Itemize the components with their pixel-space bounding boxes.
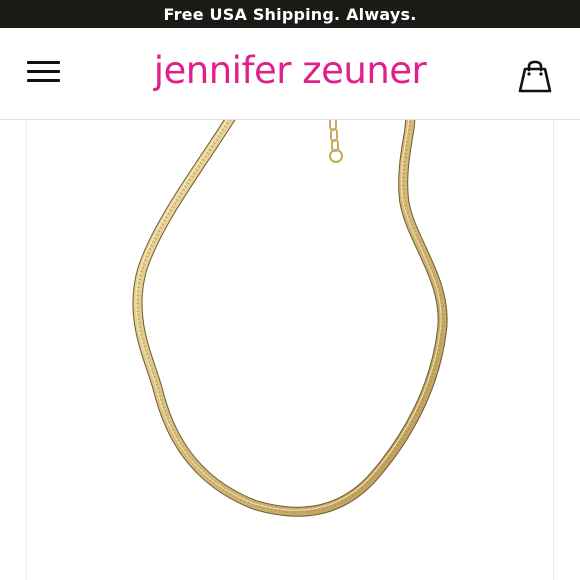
promo-banner: Free USA Shipping. Always. — [0, 0, 580, 28]
necklace-image[interactable] — [0, 120, 580, 580]
chain-body — [133, 120, 447, 516]
page: Free USA Shipping. Always. jennifer zeun… — [0, 0, 580, 580]
hamburger-line — [27, 70, 60, 73]
cart-button[interactable] — [515, 54, 555, 94]
promo-text: Free USA Shipping. Always. — [163, 4, 417, 24]
product-image-area — [0, 120, 580, 580]
hamburger-line — [27, 79, 60, 82]
brand-logo[interactable]: jennifer zeuner — [130, 46, 450, 96]
hamburger-menu-icon — [27, 61, 60, 64]
shopping-bag-icon — [518, 60, 552, 93]
menu-button[interactable] — [22, 56, 64, 90]
clasp — [328, 120, 344, 164]
site-header: jennifer zeuner — [0, 28, 580, 120]
